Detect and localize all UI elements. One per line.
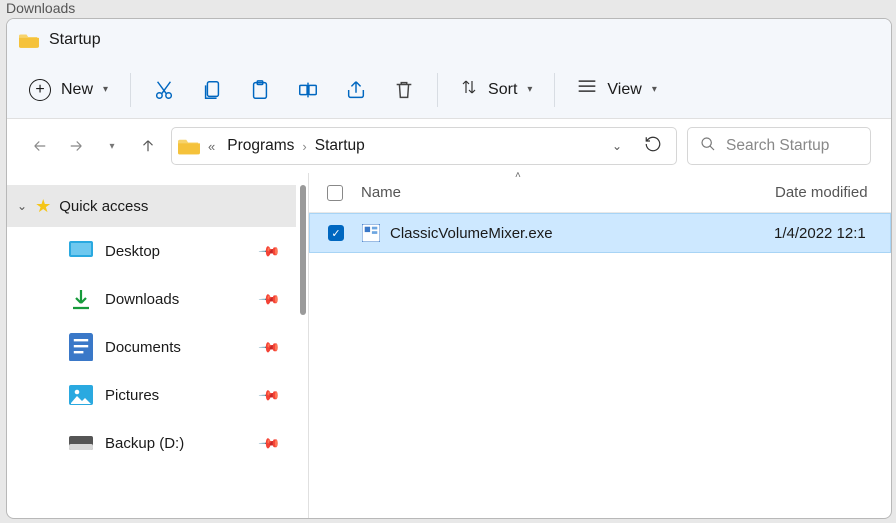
column-date[interactable]: Date modified	[775, 184, 891, 201]
desktop-icon	[69, 240, 93, 262]
pin-icon: 📌	[257, 431, 281, 455]
separator	[554, 73, 555, 107]
sort-button[interactable]: Sort ▾	[460, 78, 532, 101]
scrollbar-thumb[interactable]	[300, 185, 306, 315]
sidebar-item-pictures[interactable]: Pictures 📌	[7, 371, 296, 419]
pictures-icon	[69, 384, 93, 406]
breadcrumb-overflow[interactable]: «	[204, 139, 219, 154]
cut-icon[interactable]	[153, 79, 175, 101]
file-row[interactable]: ✓ ClassicVolumeMixer.exe 1/4/2022 12:1	[309, 213, 891, 253]
column-headers: ˄ Name Date modified	[309, 173, 891, 213]
folder-icon	[19, 32, 39, 48]
documents-icon	[69, 336, 93, 358]
view-button[interactable]: View ▾	[577, 78, 656, 101]
sidebar-item-label: Downloads	[105, 291, 179, 308]
forward-button[interactable]	[63, 133, 89, 159]
sidebar-item-label: Documents	[105, 339, 181, 356]
search-icon	[700, 136, 716, 156]
chevron-down-icon: ▾	[527, 84, 532, 95]
sidebar-item-desktop[interactable]: Desktop 📌	[7, 227, 296, 275]
sidebar-item-backup[interactable]: Backup (D:) 📌	[7, 419, 296, 467]
copy-icon[interactable]	[201, 79, 223, 101]
column-name-label: Name	[361, 184, 401, 201]
breadcrumb-item[interactable]: Startup	[311, 135, 369, 157]
plus-icon: +	[29, 79, 51, 101]
parent-window-title: Downloads	[0, 0, 896, 18]
quick-access-label: Quick access	[59, 198, 148, 215]
search-input[interactable]	[726, 137, 858, 155]
sort-indicator-icon: ˄	[515, 170, 521, 181]
quick-access-header[interactable]: ⌄ ★ Quick access	[7, 185, 296, 227]
separator	[130, 73, 131, 107]
pin-icon: 📌	[257, 383, 281, 407]
sort-icon	[460, 78, 478, 101]
view-icon	[577, 78, 597, 101]
downloads-icon	[69, 288, 93, 310]
rename-icon[interactable]	[297, 79, 319, 101]
drive-icon	[69, 432, 93, 454]
back-button[interactable]	[27, 133, 53, 159]
row-checkbox[interactable]: ✓	[310, 225, 350, 241]
sort-label: Sort	[488, 81, 517, 99]
up-button[interactable]	[135, 133, 161, 159]
new-button[interactable]: + New ▾	[29, 79, 108, 101]
pin-icon: 📌	[257, 335, 281, 359]
titlebar: Startup	[7, 19, 891, 61]
folder-icon	[178, 137, 200, 155]
toolbar: + New ▾ Sort ▾ View ▾	[7, 61, 891, 119]
search-box[interactable]	[687, 127, 871, 165]
column-name[interactable]: ˄ Name	[349, 184, 775, 201]
share-icon[interactable]	[345, 79, 367, 101]
application-icon	[362, 224, 380, 242]
recent-dropdown[interactable]: ▾	[99, 133, 125, 159]
refresh-button[interactable]	[636, 135, 670, 157]
address-row: ▾ « Programs › Startup ⌄	[7, 119, 891, 173]
view-label: View	[607, 81, 641, 99]
navigation-pane: ⌄ ★ Quick access Desktop 📌 Downloads 📌 D…	[7, 173, 309, 518]
pin-icon: 📌	[257, 287, 281, 311]
chevron-down-icon: ▾	[652, 84, 657, 95]
paste-icon[interactable]	[249, 79, 271, 101]
new-label: New	[61, 81, 93, 99]
sidebar-item-label: Desktop	[105, 243, 160, 260]
explorer-window: Startup + New ▾ Sort ▾ View ▾	[6, 18, 892, 519]
window-title: Startup	[49, 31, 101, 49]
pin-icon: 📌	[257, 239, 281, 263]
address-dropdown[interactable]: ⌄	[602, 139, 632, 153]
file-date: 1/4/2022 12:1	[774, 225, 890, 242]
sidebar-item-label: Pictures	[105, 387, 159, 404]
chevron-right-icon[interactable]: ›	[302, 139, 306, 154]
chevron-down-icon: ⌄	[17, 199, 27, 213]
sidebar-item-downloads[interactable]: Downloads 📌	[7, 275, 296, 323]
star-icon: ★	[35, 196, 51, 217]
sidebar-item-label: Backup (D:)	[105, 435, 184, 452]
select-all-checkbox[interactable]	[309, 185, 349, 201]
address-bar[interactable]: « Programs › Startup ⌄	[171, 127, 677, 165]
delete-icon[interactable]	[393, 79, 415, 101]
chevron-down-icon: ▾	[103, 84, 108, 95]
clipboard-group	[153, 79, 415, 101]
file-list: ˄ Name Date modified ✓ ClassicVolumeMixe…	[309, 173, 891, 518]
breadcrumb-item[interactable]: Programs	[223, 135, 298, 157]
file-name: ClassicVolumeMixer.exe	[390, 225, 553, 242]
separator	[437, 73, 438, 107]
sidebar-item-documents[interactable]: Documents 📌	[7, 323, 296, 371]
